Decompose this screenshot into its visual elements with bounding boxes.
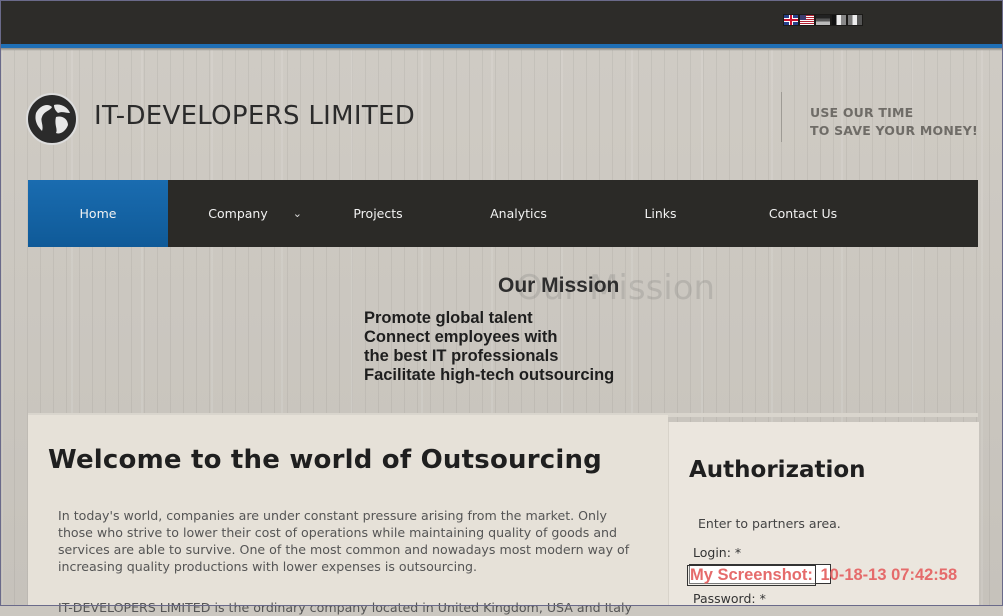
- chevron-down-icon: ⌄: [292, 207, 302, 220]
- nav-item-links[interactable]: Links: [589, 180, 732, 247]
- flag-us-icon[interactable]: [800, 15, 814, 25]
- flag-de-icon[interactable]: [816, 15, 830, 25]
- slogan: USE OUR TIME TO SAVE YOUR MONEY!: [810, 104, 978, 140]
- mission-list: Promote global talent Connect employees …: [364, 309, 614, 385]
- nav-item-label: Home: [79, 206, 117, 221]
- main-content: Welcome to the world of Outsourcing In t…: [28, 415, 668, 615]
- intro-paragraph: In today's world, companies are under co…: [58, 508, 630, 574]
- slogan-line-1: USE OUR TIME: [810, 105, 914, 120]
- flag-it-icon[interactable]: [848, 15, 862, 25]
- nav-item-label: Projects: [353, 206, 403, 221]
- list-item: the best IT professionals: [364, 347, 559, 365]
- slogan-line-2: TO SAVE YOUR MONEY!: [810, 123, 978, 138]
- top-bar-shadow: [1, 48, 1002, 51]
- nav-item-projects[interactable]: Projects: [308, 180, 448, 247]
- list-item: Facilitate high-tech outsourcing: [364, 366, 615, 384]
- password-label: Password: *: [693, 591, 766, 606]
- top-bar: [1, 1, 1002, 44]
- nav-item-analytics[interactable]: Analytics: [448, 180, 589, 247]
- nav-item-label: Analytics: [490, 206, 547, 221]
- company-paragraph: IT-DEVELOPERS LIMITED is the ordinary co…: [58, 600, 632, 615]
- nav-item-home[interactable]: Home: [28, 180, 168, 247]
- globe-logo-icon[interactable]: [26, 93, 78, 145]
- list-item: Promote global talent: [364, 309, 533, 327]
- authorization-intro: Enter to partners area.: [698, 516, 841, 531]
- flag-uk-icon[interactable]: [784, 15, 798, 25]
- login-label: Login: *: [693, 545, 742, 560]
- page-title: Welcome to the world of Outsourcing: [48, 445, 602, 475]
- nav-item-label: Contact Us: [768, 206, 838, 221]
- site-title[interactable]: IT-DEVELOPERS LIMITED: [94, 101, 415, 131]
- mission-title: Our Mission: [498, 274, 620, 297]
- slogan-divider: [781, 92, 782, 142]
- nav-item-company[interactable]: Company ⌄: [168, 180, 308, 247]
- screenshot-watermark: My Screenshot: 10-18-13 07:42:58: [687, 565, 957, 586]
- main-nav: Home Company ⌄ Projects Analytics Links …: [28, 180, 978, 247]
- nav-item-contact-us[interactable]: Contact Us: [732, 180, 874, 247]
- watermark-timestamp: 10-18-13 07:42:58: [820, 566, 958, 584]
- language-flags: [784, 15, 862, 25]
- authorization-heading: Authorization: [689, 457, 866, 483]
- nav-item-label: Links: [644, 206, 677, 221]
- nav-item-label: Company: [208, 206, 268, 221]
- flag-fr-icon[interactable]: [832, 15, 846, 25]
- watermark-label: My Screenshot:: [687, 565, 816, 586]
- list-item: Connect employees with: [364, 328, 558, 346]
